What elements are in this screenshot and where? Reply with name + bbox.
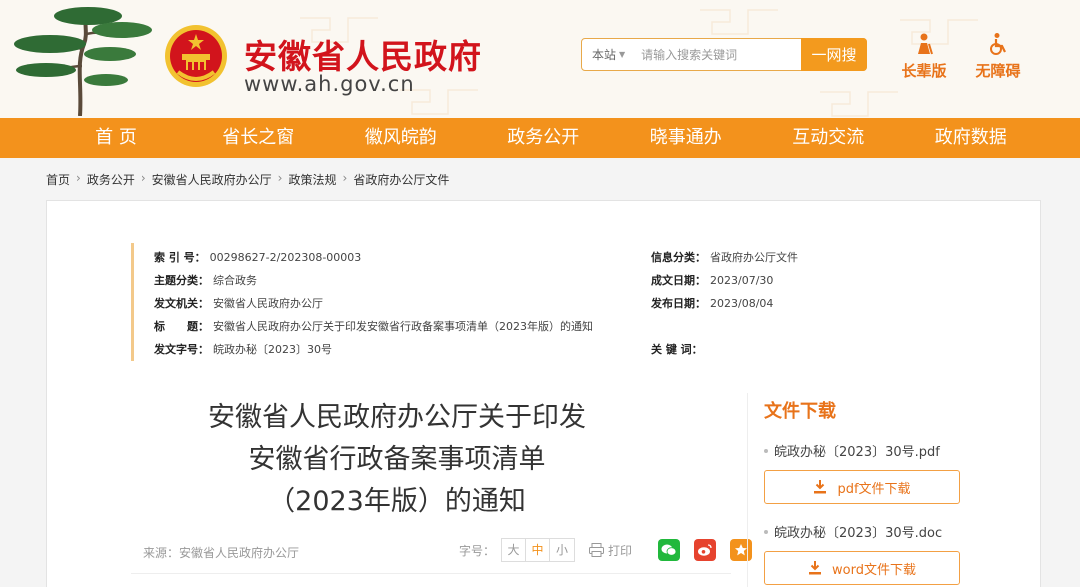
download-icon [814, 480, 827, 494]
meta-created-date: 成文日期： 2023/07/30 [651, 274, 774, 287]
word-download-label: word文件下载 [832, 562, 916, 578]
download-title: 文件下载 [764, 401, 836, 422]
download-panel: 文件下载 皖政办秘〔2023〕30号.pdf pdf文件下载 皖政办秘〔2023… [747, 393, 987, 587]
font-size-medium-button[interactable]: 中 [526, 539, 551, 561]
nav-item-culture[interactable]: 徽风皖韵 [330, 118, 473, 158]
wheelchair-icon [990, 33, 1006, 55]
elder-icon [918, 33, 933, 55]
weibo-icon [698, 544, 712, 556]
search-scope-label: 本站 [592, 48, 617, 62]
font-size-label: 字号： [459, 543, 496, 558]
accessibility-label: 无障碍 [975, 62, 1021, 80]
printer-icon [589, 543, 605, 557]
breadcrumb-gov-affairs[interactable]: 政务公开 [87, 171, 135, 188]
accessibility-button[interactable]: 无障碍 [970, 32, 1026, 81]
meta-topic: 主题分类： 综合政务 [154, 274, 257, 287]
breadcrumb-policy[interactable]: 政策法规 [288, 171, 336, 188]
document-title-line: 安徽省人民政府办公厅关于印发 [208, 402, 586, 433]
wechat-share-button[interactable] [658, 539, 681, 561]
meta-info-category: 信息分类： 省政府办公厅文件 [651, 251, 798, 264]
breadcrumb-separator: › [342, 171, 348, 185]
chevron-down-icon: ▼ [619, 50, 626, 59]
meta-keywords: 关 键 词： [651, 343, 703, 356]
breadcrumb-home[interactable]: 首页 [46, 171, 70, 188]
pine-tree-icon [14, 7, 152, 116]
document-source: 来源：安徽省人民政府办公厅 [143, 546, 300, 560]
article-panel: 索 引 号： 00298627-2/202308-00003 主题分类： 综合政务 … [46, 200, 1041, 587]
article-tools: 字号： 大 中 小 打印 [459, 538, 753, 562]
document-title-line: 安徽省行政备案事项清单 [248, 444, 546, 475]
breadcrumb-separator: › [140, 171, 146, 185]
nav-item-gov-data[interactable]: 政府数据 [900, 118, 1043, 158]
weibo-share-button[interactable] [694, 539, 717, 561]
search-input[interactable] [633, 40, 801, 69]
content-divider [131, 573, 731, 574]
font-size-switcher: 大 中 小 [501, 538, 576, 562]
meta-issuer: 发文机关： 安徽省人民政府办公厅 [154, 297, 323, 310]
site-url[interactable]: www.ah.gov.cn [244, 72, 415, 96]
elder-mode-label: 长辈版 [901, 62, 947, 80]
download-icon [809, 561, 822, 575]
pdf-download-button[interactable]: pdf文件下载 [764, 470, 960, 504]
font-size-small-button[interactable]: 小 [550, 539, 574, 561]
search-box: 本站 ▼ 一网搜 [581, 38, 867, 71]
breadcrumb: 首页 › 政务公开 › 安徽省人民政府办公厅 › 政策法规 › 省政府办公厅文件 [46, 171, 449, 188]
breadcrumb-separator: › [277, 171, 283, 185]
nav-item-home[interactable]: 首 页 [45, 118, 187, 158]
print-label: 打印 [608, 543, 633, 558]
meta-published-date: 发布日期： 2023/08/04 [651, 297, 774, 310]
download-file-name: 皖政办秘〔2023〕30号.pdf [764, 441, 987, 460]
breadcrumb-office-docs[interactable]: 省政府办公厅文件 [353, 171, 449, 188]
nav-item-services[interactable]: 晓事通办 [615, 118, 758, 158]
font-size-large-button[interactable]: 大 [502, 539, 527, 561]
print-button[interactable]: 打印 [589, 542, 632, 559]
search-scope-select[interactable]: 本站 ▼ [582, 39, 633, 70]
search-button[interactable]: 一网搜 [801, 38, 867, 71]
star-icon [735, 544, 748, 556]
site-header: 安徽省人民政府 www.ah.gov.cn 本站 ▼ 一网搜 长辈版 无障碍 [0, 0, 1080, 118]
wechat-icon [661, 544, 677, 556]
pdf-download-label: pdf文件下载 [837, 481, 911, 497]
document-title-line: （2023年版）的通知 [268, 486, 526, 517]
breadcrumb-separator: › [76, 171, 81, 185]
bullet-icon [764, 448, 768, 453]
word-download-button[interactable]: word文件下载 [764, 551, 960, 585]
meta-title: 标 题： 安徽省人民政府办公厅关于印发安徽省行政备案事项清单（2023年版）的通知 [154, 320, 593, 333]
download-file-name: 皖政办秘〔2023〕30号.doc [764, 522, 987, 541]
site-name[interactable]: 安徽省人民政府 [244, 30, 482, 78]
nav-item-governor[interactable]: 省长之窗 [187, 118, 330, 158]
document-metadata: 索 引 号： 00298627-2/202308-00003 主题分类： 综合政务 … [131, 243, 901, 361]
meta-doc-number: 发文字号： 皖政办秘〔2023〕30号 [154, 343, 332, 356]
elder-mode-button[interactable]: 长辈版 [896, 32, 952, 81]
national-emblem-icon [165, 25, 227, 87]
main-nav: 首 页 省长之窗 徽风皖韵 政务公开 晓事通办 互动交流 政府数据 [0, 118, 1080, 158]
meta-index: 索 引 号： 00298627-2/202308-00003 [154, 251, 362, 264]
breadcrumb-general-office[interactable]: 安徽省人民政府办公厅 [152, 171, 272, 188]
nav-item-gov-affairs[interactable]: 政务公开 [472, 118, 615, 158]
document-title: 安徽省人民政府办公厅关于印发 安徽省行政备案事项清单 （2023年版）的通知 [197, 397, 597, 523]
bullet-icon [764, 529, 768, 534]
nav-item-interaction[interactable]: 互动交流 [757, 118, 900, 158]
